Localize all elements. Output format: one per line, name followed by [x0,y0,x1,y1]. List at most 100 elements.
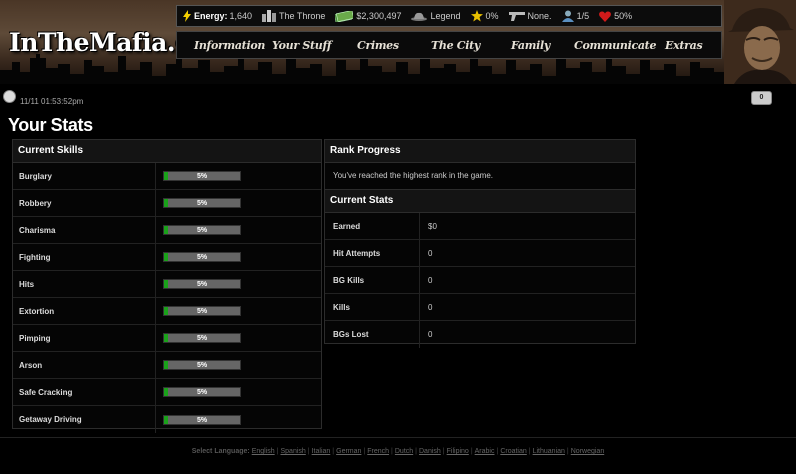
skill-progress-percent: 5% [196,200,208,207]
language-link-norwegian[interactable]: Norwegian [571,448,604,455]
skill-progress-bar: 5% [163,171,241,181]
location-value: The Throne [279,11,326,21]
current-stats-heading: Current Stats [325,190,635,213]
language-label: Select Language: [191,448,250,455]
cash-value: $2,300,497 [356,11,402,21]
stat-label: BG Kills [325,267,420,293]
language-separator: | [442,448,445,455]
messages-button[interactable]: 0 [751,91,772,105]
skill-name: Extortion [13,298,156,324]
language-link-spanish[interactable]: Spanish [280,448,305,455]
heart-icon [599,11,611,22]
language-selector: Select Language: English | Spanish | Italian… [0,448,796,455]
health-value: 50% [614,11,633,21]
skill-row: Burglary 5% [13,163,321,190]
language-separator: | [332,448,335,455]
stat-row: Hit Attempts 0 [325,240,635,267]
language-link-italian[interactable]: Italian [312,448,331,455]
stat-value: 0 [428,275,433,285]
skill-row: Charisma 5% [13,217,321,244]
stat-value: 0 [428,248,433,258]
nav-family[interactable]: Family [511,39,550,52]
nav-crimes[interactable]: Crimes [357,39,399,52]
energy-value: 1,640 [229,11,253,21]
nav-extras[interactable]: Extras [665,39,703,52]
language-separator: | [496,448,499,455]
nav-information[interactable]: Information [194,39,265,52]
nav-communicate[interactable]: Communicate [574,39,656,52]
language-separator: | [307,448,310,455]
skill-name: Arson [13,352,156,378]
skill-name: Safe Cracking [13,379,156,405]
footer-divider [0,437,796,438]
location-stat[interactable]: The Throne [262,10,325,22]
skill-row: Getaway Driving 5% [13,406,321,433]
sheriff-star-icon [470,10,483,22]
cash-stat: $2,300,497 [335,10,402,22]
skill-name: Burglary [13,163,156,189]
energy-stat: Energy: 1,640 [183,10,252,22]
skill-progress-percent: 5% [196,227,208,234]
server-time: 11/11 01:53:52pm [20,97,84,106]
player-status-bar: Energy: 1,640 The Throne $2,300,497 Lege… [176,5,722,27]
stat-label: Kills [325,294,420,320]
mafioso-portrait-image [724,0,796,84]
skill-row: Fighting 5% [13,244,321,271]
rank-progress-heading: Rank Progress [325,140,635,163]
language-link-danish[interactable]: Danish [419,448,441,455]
language-link-lithuanian[interactable]: Lithuanian [533,448,565,455]
clock-icon [3,90,16,103]
weapon-value: None. [527,11,552,21]
sheriff-stat: 0% [470,10,499,22]
nav-the-city[interactable]: The City [431,39,480,52]
rank-progress-text: You've reached the highest rank in the g… [325,163,635,190]
language-separator: | [391,448,393,455]
skill-progress-bar: 5% [163,279,241,289]
rank-progress-panel: Rank Progress You've reached the highest… [324,139,636,348]
skill-progress-percent: 5% [196,281,208,288]
skill-progress-bar: 5% [163,198,241,208]
bodyguards-stat: 1/5 [561,10,590,22]
language-link-filipino[interactable]: Filipino [447,448,469,455]
language-separator: | [470,448,473,455]
skill-progress-bar: 5% [163,387,241,397]
language-link-french[interactable]: French [367,448,389,455]
bodyguard-icon [561,10,574,22]
skill-progress-bar: 5% [163,306,241,316]
skill-progress-bar: 5% [163,414,241,425]
language-link-english[interactable]: English [252,448,275,455]
pistol-icon [508,12,525,21]
stat-row: Earned $0 [325,213,635,240]
skill-progress-bar: 5% [163,225,241,235]
skill-progress-percent: 5% [196,173,208,180]
city-buildings-icon [262,10,277,22]
stat-value: 0 [428,302,433,312]
main-navigation: Information Your Stuff Crimes The City F… [176,31,722,59]
skill-progress-bar: 5% [163,333,241,343]
language-link-german[interactable]: German [336,448,361,455]
heat-value: 0% [485,11,499,21]
skill-progress-percent: 5% [196,389,208,396]
skill-progress-bar: 5% [163,252,241,262]
skill-name: Charisma [13,217,156,243]
stat-value: $0 [428,221,437,231]
language-separator: | [528,448,531,455]
language-separator: | [415,448,417,455]
skill-row: Arson 5% [13,352,321,379]
skill-row: Robbery 5% [13,190,321,217]
weapon-stat: None. [508,11,552,21]
nav-your-stuff[interactable]: Your Stuff [272,39,332,52]
language-link-dutch[interactable]: Dutch [395,448,413,455]
page-title: Your Stats [8,115,93,135]
language-link-arabic[interactable]: Arabic [475,448,495,455]
skill-progress-percent: 5% [196,254,208,261]
language-link-croatian[interactable]: Croatian [500,448,526,455]
stat-row: Kills 0 [325,294,635,321]
energy-label: Energy: [194,11,228,21]
stat-label: Hit Attempts [325,240,420,266]
skill-name: Hits [13,271,156,297]
stat-value: 0 [428,330,433,339]
language-separator: | [276,448,279,455]
skill-progress-percent: 5% [196,335,208,342]
bodyguards-value: 1/5 [576,11,590,21]
